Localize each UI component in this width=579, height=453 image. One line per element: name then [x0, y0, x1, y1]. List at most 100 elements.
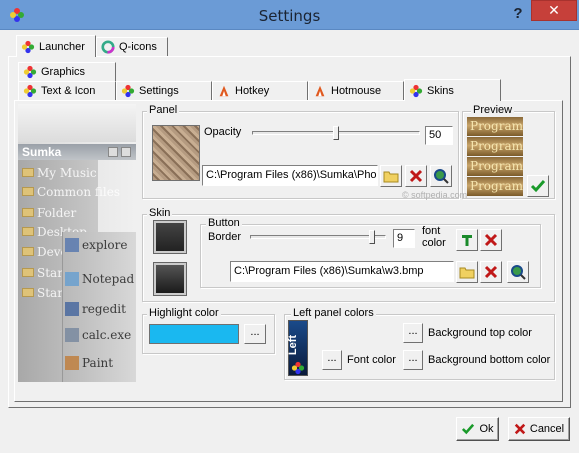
tab-graphics[interactable]: Graphics [18, 62, 116, 81]
popup-item: regedit [65, 300, 136, 317]
app-icon [65, 301, 79, 316]
opacity-slider-thumb[interactable] [333, 126, 339, 140]
folder-icon [22, 168, 34, 177]
tab-label: Q-icons [119, 41, 157, 53]
flame-icon [219, 85, 229, 97]
check-icon [530, 180, 546, 193]
pinwheel-icon [121, 84, 135, 98]
preview-item: My Music [22, 164, 122, 181]
red-x-icon [484, 233, 498, 247]
window-title: Settings [258, 7, 321, 25]
tab-hotkey[interactable]: Hotkey [212, 81, 308, 100]
highlight-color-button[interactable]: ... [244, 324, 266, 344]
ok-button[interactable]: Ok [456, 417, 499, 441]
globe-magnifier-icon [511, 265, 526, 280]
close-button[interactable]: ✕ [531, 0, 577, 21]
tab-settings[interactable]: Settings [116, 81, 212, 100]
folder-icon [22, 268, 34, 277]
tab-hotmouse[interactable]: Hotmouse [308, 81, 404, 100]
opacity-label: Opacity [204, 126, 242, 138]
button-legend: Button [206, 217, 242, 229]
left-panel-colors-legend: Left panel colors [291, 307, 376, 319]
apply-preview-button[interactable] [527, 175, 549, 197]
red-x-icon [514, 423, 526, 435]
red-x-icon [484, 265, 498, 279]
ok-label: Ok [479, 423, 494, 435]
pinwheel-icon [23, 65, 37, 79]
preview-item: Folder [22, 204, 122, 221]
preview-legend: Preview [471, 104, 515, 116]
preview-header-label: Sumka [22, 145, 62, 159]
browse-web-button[interactable] [430, 165, 452, 187]
preview-top [18, 104, 136, 142]
cancel-button[interactable]: Cancel [508, 417, 570, 441]
open-folder-button[interactable] [456, 261, 478, 283]
pinwheel-icon [21, 40, 35, 53]
app-icon [65, 271, 79, 286]
bg-top-color-button[interactable]: ... [403, 323, 423, 343]
folder-icon [22, 187, 34, 196]
font-color-picker-button[interactable]: ... [322, 350, 342, 370]
folder-icon [22, 227, 34, 236]
panel-texture-thumbnail[interactable] [152, 125, 200, 181]
app-icon [65, 327, 79, 342]
folder-icon [22, 247, 34, 256]
popup-item: Notepad [65, 270, 136, 287]
font-color-label: font color [422, 225, 446, 249]
browse-web-button[interactable] [507, 261, 529, 283]
watermark: © softpedia.com [402, 190, 468, 200]
tab-text-icon[interactable]: Text & Icon [18, 81, 116, 100]
pinwheel-icon [23, 84, 37, 98]
left-panel-preview-label: Left [287, 334, 300, 356]
clear-button[interactable] [480, 261, 502, 283]
skin-button-preview-normal[interactable] [153, 220, 187, 254]
border-label: Border [208, 231, 242, 243]
app-icon [65, 237, 79, 252]
font-color-button[interactable] [456, 229, 478, 251]
preview-item: Common files [22, 183, 122, 200]
popup-item: explore [65, 236, 136, 253]
q-icon [101, 40, 115, 54]
tab-skins[interactable]: Skins [404, 79, 501, 101]
tab-q-icons[interactable]: Q-icons [96, 37, 168, 56]
cancel-label: Cancel [529, 423, 565, 435]
skin-button-preview-pressed[interactable] [153, 262, 187, 296]
panel-legend: Panel [147, 104, 180, 116]
tab-label: Hotmouse [331, 85, 382, 97]
preview-item: Program [467, 177, 523, 196]
preview-item: Program [467, 157, 523, 176]
bg-bottom-color-label: Background bottom color [428, 354, 551, 366]
tab-label: Graphics [41, 66, 86, 78]
close-icon [121, 147, 131, 157]
title-bar[interactable]: Settings ? ✕ [0, 0, 579, 30]
bg-top-color-label: Background top color [428, 327, 532, 339]
skin-legend: Skin [147, 207, 173, 219]
popup-item: calc.exe [65, 326, 136, 343]
opacity-value[interactable]: 50 [425, 126, 453, 145]
border-value[interactable]: 9 [393, 229, 415, 248]
skin-image-path[interactable]: C:\Program Files (x86)\Sumka\w3.bmp [230, 261, 454, 282]
panel-image-path[interactable]: C:\Program Files (x86)\Sumka\Phor [202, 165, 378, 186]
highlight-legend: Highlight color [147, 307, 221, 319]
folder-icon [22, 208, 34, 217]
help-button[interactable]: ? [510, 5, 526, 23]
flame-icon [315, 85, 325, 97]
red-x-icon [409, 169, 423, 183]
border-slider-thumb[interactable] [369, 230, 376, 244]
border-slider-track[interactable] [250, 235, 386, 239]
highlight-color-swatch[interactable] [149, 324, 239, 344]
minimize-icon [108, 147, 118, 157]
clear-font-color-button[interactable] [480, 229, 502, 251]
bg-bottom-color-button[interactable]: ... [403, 350, 423, 370]
tab-launcher[interactable]: Launcher [16, 35, 96, 57]
folder-icon [459, 267, 475, 279]
app-icon [65, 355, 79, 370]
preview-header: Sumka [18, 144, 136, 160]
tab-label: Settings [139, 85, 179, 97]
preview-item: Program [467, 117, 523, 136]
folder-icon [22, 288, 34, 297]
open-folder-button[interactable] [380, 165, 402, 187]
clear-button[interactable] [405, 165, 427, 187]
tab-label: Text & Icon [41, 85, 96, 97]
pinwheel-icon [409, 84, 423, 97]
